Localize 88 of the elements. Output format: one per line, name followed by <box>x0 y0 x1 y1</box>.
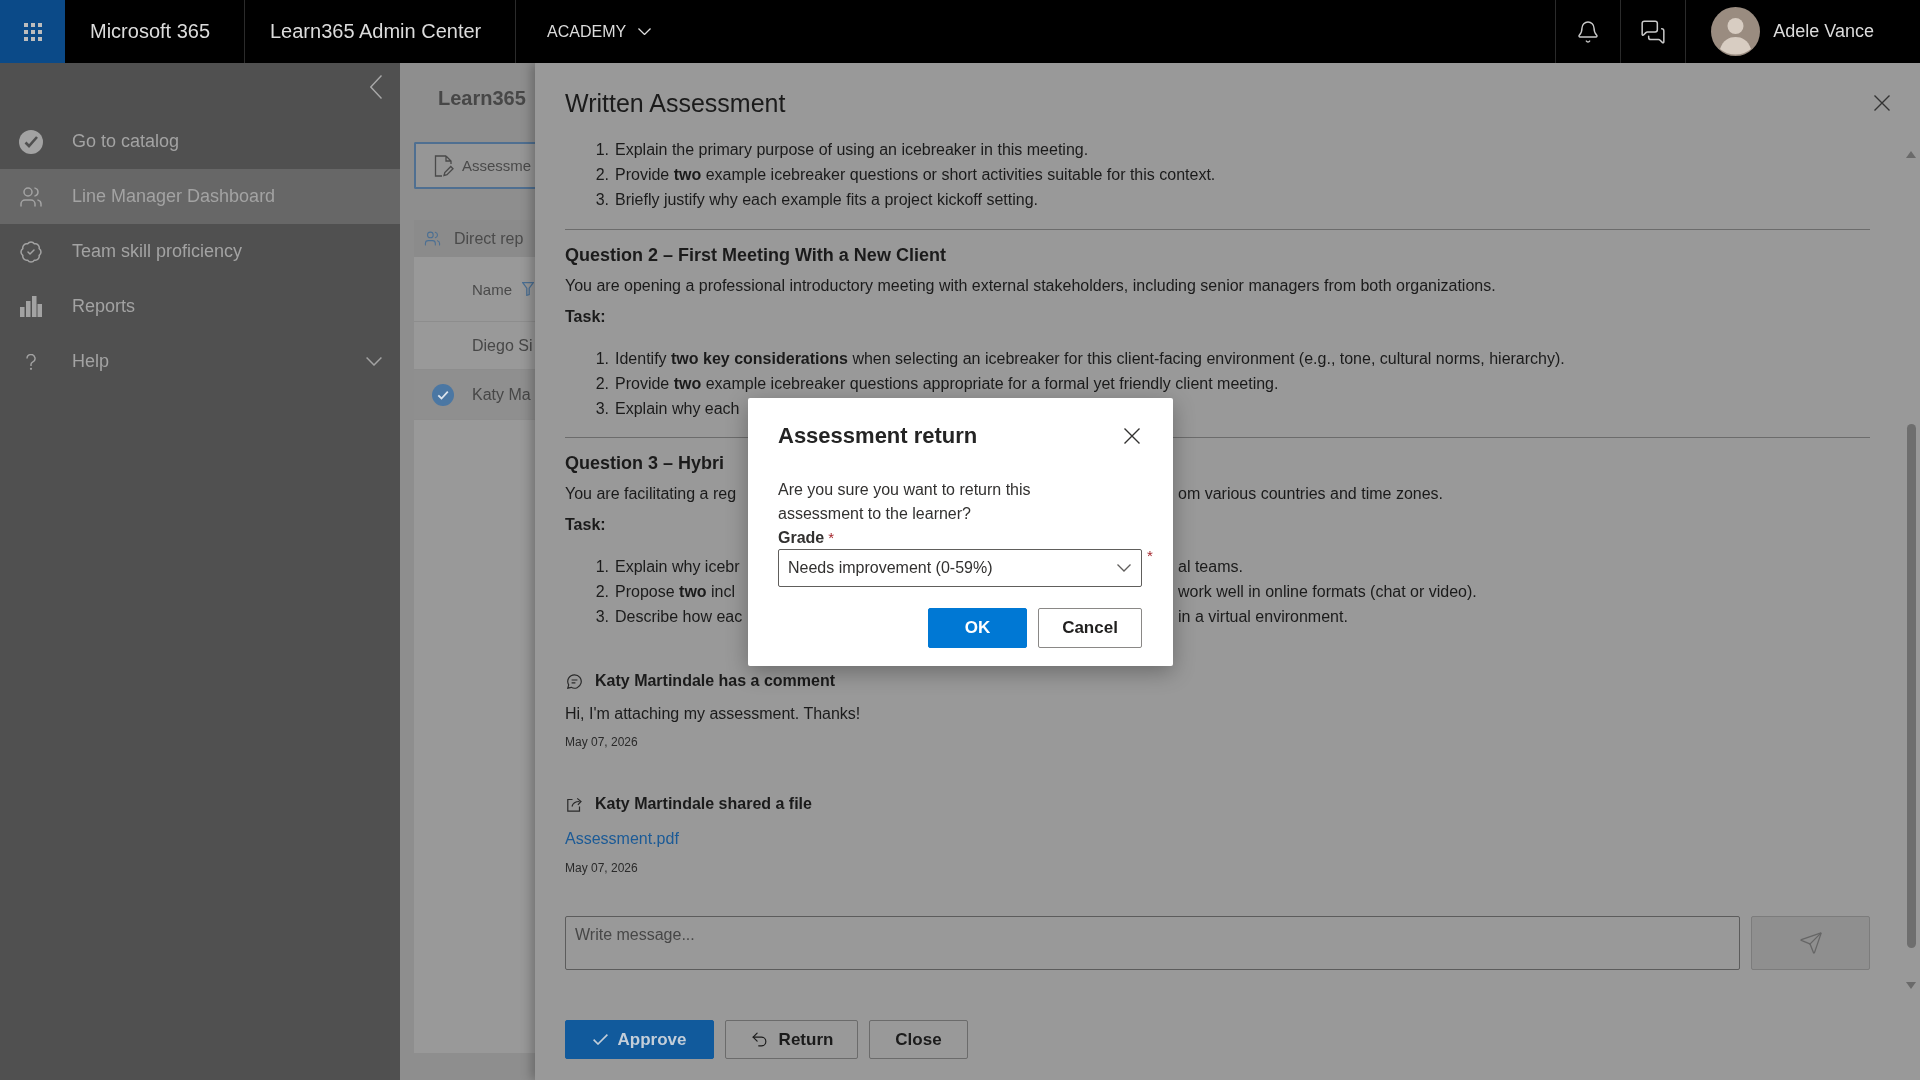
page-title: Learn365 <box>438 86 526 111</box>
list-number: 3. <box>595 607 609 627</box>
nav-item[interactable]: Reports <box>0 279 400 334</box>
people-icon <box>424 230 441 247</box>
task-label: Task: <box>565 307 606 327</box>
chevron-left-icon <box>370 75 382 99</box>
task-text: Provide two example icebreaker questions or short activities suitable for this context. <box>615 165 1216 185</box>
close-button[interactable]: Close <box>869 1020 968 1059</box>
chevron-down-icon <box>1117 564 1131 572</box>
task-text: al teams. <box>1178 557 1243 577</box>
close-icon <box>1124 428 1140 444</box>
dialog-title: Assessment return <box>778 422 978 450</box>
list-number: 1. <box>595 557 609 577</box>
scroll-up-icon[interactable] <box>1906 151 1916 158</box>
bell-icon <box>1576 19 1601 44</box>
task-text: work well in online formats (chat or video). <box>1178 582 1477 602</box>
task-text: Propose two incl <box>615 582 736 602</box>
chevron-down-icon[interactable] <box>366 357 382 366</box>
field-label: Grade <box>778 528 825 548</box>
check-circle-icon <box>432 383 454 406</box>
assessments-tab[interactable]: Assessme <box>414 142 535 189</box>
required-mark: * <box>828 531 835 545</box>
document-edit-icon <box>434 154 454 177</box>
question-heading: Question 3 – Hybri <box>565 452 725 475</box>
send-icon <box>1798 931 1823 955</box>
check-icon <box>592 1034 608 1045</box>
task-label: Task: <box>565 515 606 535</box>
people-icon <box>19 184 43 209</box>
app-launcher-button[interactable] <box>0 0 65 63</box>
scrollbar-thumb[interactable] <box>1906 424 1916 948</box>
section-title: Direct rep <box>454 229 524 248</box>
ok-button[interactable]: OK <box>928 608 1027 648</box>
waffle-icon <box>23 22 42 41</box>
task-text: Describe how eac <box>615 607 743 627</box>
task-text: Provide two example icebreaker questions appropriate for a formal yet friendly client meeting. <box>615 374 1279 394</box>
nav-item[interactable]: Line Manager Dashboard <box>0 169 400 224</box>
required-mark: * <box>1147 549 1153 563</box>
share-icon <box>567 796 582 812</box>
close-icon <box>1874 95 1890 111</box>
chevron-down-icon <box>638 27 652 36</box>
question-prompt: You are facilitating a reg <box>565 484 737 504</box>
list-number: 3. <box>595 190 609 210</box>
brand-link[interactable]: Microsoft 365 <box>90 20 211 43</box>
task-text: Explain the primary purpose of using an icebreaker in this meeting. <box>615 140 1089 160</box>
bar-chart-icon <box>20 296 42 317</box>
tenant-dropdown[interactable]: ACADEMY <box>547 22 652 41</box>
question-heading: Question 2 – First Meeting With a New Client <box>565 244 946 267</box>
list-number: 2. <box>595 165 609 185</box>
task-text: in a virtual environment. <box>1178 607 1348 627</box>
list-number: 3. <box>595 399 609 419</box>
task-text: Explain why icebr <box>615 557 740 577</box>
scroll-down-icon[interactable] <box>1906 982 1916 989</box>
activity-date: May 07, 2026 <box>565 860 638 876</box>
message-field[interactable]: Write message... <box>565 916 1740 970</box>
chat-bubbles-icon <box>1640 18 1667 45</box>
task-text: Explain why each <box>615 399 740 419</box>
activity-title: Katy Martindale has a comment <box>595 671 836 691</box>
activity-title: Katy Martindale shared a file <box>595 794 812 814</box>
grade-select[interactable]: Needs improvement (0-59%) <box>778 549 1142 587</box>
comment-icon <box>567 673 582 689</box>
close-button[interactable] <box>1124 428 1140 444</box>
avatar-icon <box>1711 7 1761 56</box>
cancel-button[interactable]: Cancel <box>1038 608 1142 648</box>
task-text: Identify two key considerations when selecting an icebreaker for this client-facing environment (e.g., tone, cultural norms, hierarchy). <box>615 349 1565 369</box>
column-header: Name <box>472 280 512 298</box>
filter-icon[interactable] <box>522 282 534 296</box>
list-number: 1. <box>595 349 609 369</box>
check-circle-icon <box>19 129 43 154</box>
list-number: 2. <box>595 374 609 394</box>
return-button[interactable]: Return <box>725 1020 858 1059</box>
approve-button[interactable]: Approve <box>565 1020 714 1059</box>
nav-item[interactable]: Help <box>0 334 400 389</box>
dialog-message: Are you sure you want to return this assessment to the learner? <box>778 480 1032 524</box>
panel-title: Written Assessment <box>565 88 786 119</box>
badge-check-icon <box>19 239 43 264</box>
person-row[interactable]: Katy Ma <box>414 370 535 420</box>
file-link[interactable]: Assessment.pdf <box>565 827 679 851</box>
task-text: Briefly justify why each example fits a project kickoff setting. <box>615 190 1038 210</box>
nav-item[interactable]: Go to catalog <box>0 114 400 169</box>
list-number: 1. <box>595 140 609 160</box>
activity-date: May 07, 2026 <box>565 734 638 750</box>
app-title: Learn365 Admin Center <box>270 20 482 43</box>
comment-text: Hi, I'm attaching my assessment. Thanks! <box>565 704 861 724</box>
nav-item[interactable]: Team skill proficiency <box>0 224 400 279</box>
question-icon <box>26 353 36 370</box>
question-prompt: You are opening a professional introductory meeting with external stakeholders, including senior managers from both organizations. <box>565 276 1496 296</box>
list-number: 2. <box>595 582 609 602</box>
question-prompt: om various countries and time zones. <box>1178 484 1443 504</box>
